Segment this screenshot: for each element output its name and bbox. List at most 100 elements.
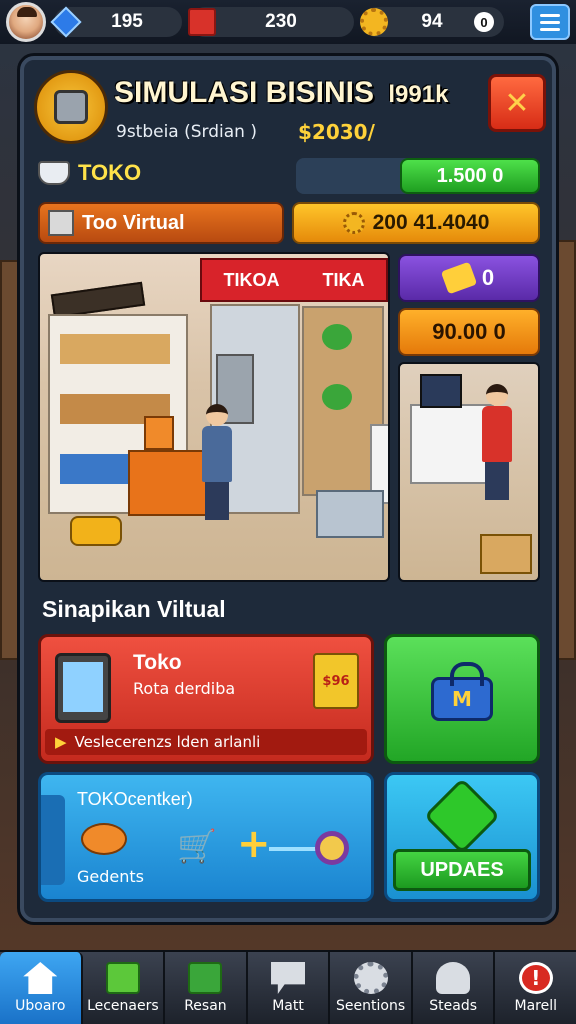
crates-counter[interactable]: 230 bbox=[188, 7, 354, 37]
side-purple-button[interactable]: 0 bbox=[398, 254, 540, 302]
lock-label: M bbox=[452, 687, 472, 711]
customer-figure bbox=[202, 404, 232, 520]
nav-item-home[interactable]: Uboaro bbox=[0, 952, 83, 1024]
business-panel: SIMULASI BISINIS l991k 9stbeia (Srdian )… bbox=[20, 56, 556, 922]
nav-label: Marell bbox=[514, 998, 558, 1014]
side-orange-button[interactable]: 90.00 0 bbox=[398, 308, 540, 356]
cashier-figure bbox=[482, 384, 512, 500]
toy-car bbox=[70, 516, 122, 546]
nav-label: Steads bbox=[429, 998, 478, 1014]
cubes-icon bbox=[188, 962, 223, 994]
shopping-bag-icon: $96 bbox=[313, 653, 359, 709]
update-button-label: UPDAES bbox=[420, 858, 504, 881]
ticket-icon bbox=[440, 261, 478, 295]
gear-coin-icon bbox=[358, 6, 390, 38]
gems-counter[interactable]: 195 bbox=[50, 6, 182, 38]
crates-value: 230 bbox=[265, 11, 297, 32]
virtual-store-label: Too Virtual bbox=[82, 211, 185, 234]
close-icon: ✕ bbox=[504, 85, 530, 121]
menu-button[interactable] bbox=[530, 4, 570, 40]
nav-item-5[interactable]: Seentions bbox=[330, 952, 413, 1024]
plant bbox=[322, 324, 352, 350]
store-scene-image: TIKOA TIKA bbox=[38, 252, 390, 582]
virtual-store-button[interactable]: Too Virtual bbox=[38, 202, 284, 244]
nav-item-6[interactable]: Steads bbox=[413, 952, 496, 1024]
lock-icon: M bbox=[431, 662, 493, 721]
coins-value: 94 bbox=[421, 11, 443, 32]
card-tab bbox=[41, 795, 65, 885]
connector-line bbox=[269, 847, 319, 851]
title-text: SIMULASI BISINIS bbox=[114, 76, 375, 109]
nav-item-7[interactable]: ! Marell bbox=[495, 952, 576, 1024]
side-orange-value: 90.00 0 bbox=[432, 319, 506, 344]
cube-icon bbox=[105, 962, 140, 994]
tablet-icon bbox=[55, 653, 111, 723]
target-icon bbox=[315, 831, 349, 865]
title-suffix: l991k bbox=[388, 81, 449, 108]
monitor bbox=[420, 374, 462, 408]
page-title: SIMULASI BISINIS l991k bbox=[114, 76, 448, 110]
nav-label: Matt bbox=[272, 998, 304, 1014]
toko-progress-value: 1.500 0 bbox=[400, 158, 540, 194]
section-title: Sinapikan Viltual bbox=[42, 596, 226, 622]
virtual-value: 200 41.4040 bbox=[372, 211, 490, 234]
play-icon: ▶ bbox=[55, 733, 67, 751]
home-icon bbox=[23, 962, 58, 994]
nav-item-2[interactable]: Lecenaers bbox=[83, 952, 166, 1024]
store-card-subtitle: Rota derdiba bbox=[133, 679, 236, 698]
bottom-nav: Uboaro Lecenaers Resan Matt Seentions St… bbox=[0, 950, 576, 1024]
toko-label: TOKO bbox=[78, 160, 142, 185]
player-avatar[interactable] bbox=[6, 2, 46, 42]
subtitle-value: $2030/ bbox=[298, 120, 375, 144]
toko-label-row: TOKO bbox=[38, 160, 141, 186]
cog-icon bbox=[353, 962, 388, 994]
coins-badge: 0 bbox=[474, 12, 494, 32]
nav-label: Seentions bbox=[336, 998, 406, 1014]
update-card[interactable]: UPDAES bbox=[384, 772, 540, 902]
nav-label: Lecenaers bbox=[87, 998, 159, 1014]
arrow-icon bbox=[423, 777, 501, 855]
side-purple-value: 0 bbox=[481, 265, 495, 290]
gear-icon bbox=[342, 212, 365, 234]
store-card-title: Toko bbox=[133, 651, 182, 674]
cup-icon bbox=[38, 161, 70, 185]
alert-icon: ! bbox=[518, 962, 553, 994]
shelf-boxes bbox=[60, 334, 170, 364]
user-icon bbox=[436, 962, 471, 994]
top-bar: 195 230 94 0 bbox=[0, 0, 576, 44]
store-card-footer: ▶ Veslecerenzs lden arlanli bbox=[45, 729, 367, 755]
subtitle: 9stbeia (Srdian ) bbox=[116, 122, 257, 142]
crate-icon bbox=[186, 6, 218, 38]
box-icon bbox=[48, 210, 74, 236]
center-card-title: TOKOcentker) bbox=[77, 789, 193, 809]
center-card[interactable]: TOKOcentker) 🛒 + Gedents bbox=[38, 772, 374, 902]
store-banner: TIKOA TIKA bbox=[200, 258, 388, 302]
cardboard-box bbox=[480, 534, 532, 574]
coins-counter[interactable]: 94 0 bbox=[360, 7, 504, 37]
panel-header: SIMULASI BISINIS l991k 9stbeia (Srdian )… bbox=[30, 66, 546, 154]
nav-item-3[interactable]: Resan bbox=[165, 952, 248, 1024]
cart-icon: 🛒 bbox=[177, 827, 217, 865]
business-logo-icon bbox=[34, 70, 108, 144]
shopping-cart bbox=[316, 490, 384, 538]
plus-icon: + bbox=[237, 821, 271, 867]
nav-label: Uboaro bbox=[15, 998, 66, 1014]
cashier-scene-image bbox=[398, 362, 540, 582]
store-card[interactable]: Toko Rota derdiba $96 ▶ Veslecerenzs lde… bbox=[38, 634, 374, 764]
update-button[interactable]: UPDAES bbox=[393, 849, 531, 891]
product-icon bbox=[81, 823, 127, 855]
virtual-value-pill[interactable]: 200 41.4040 bbox=[292, 202, 540, 244]
banner-left-text: TIKOA bbox=[223, 269, 280, 290]
center-card-footer: Gedents bbox=[77, 867, 144, 886]
store-card-footer-text: Veslecerenzs lden arlanli bbox=[74, 733, 261, 751]
gem-icon bbox=[50, 6, 82, 38]
nav-item-4[interactable]: Matt bbox=[248, 952, 331, 1024]
gems-value: 195 bbox=[111, 11, 143, 32]
close-button[interactable]: ✕ bbox=[488, 74, 546, 132]
flag-icon bbox=[271, 962, 306, 994]
bag-label: $96 bbox=[322, 673, 350, 689]
locked-card[interactable]: M bbox=[384, 634, 540, 764]
nav-label: Resan bbox=[184, 998, 227, 1014]
store-sign bbox=[50, 281, 146, 319]
plant bbox=[322, 384, 352, 410]
